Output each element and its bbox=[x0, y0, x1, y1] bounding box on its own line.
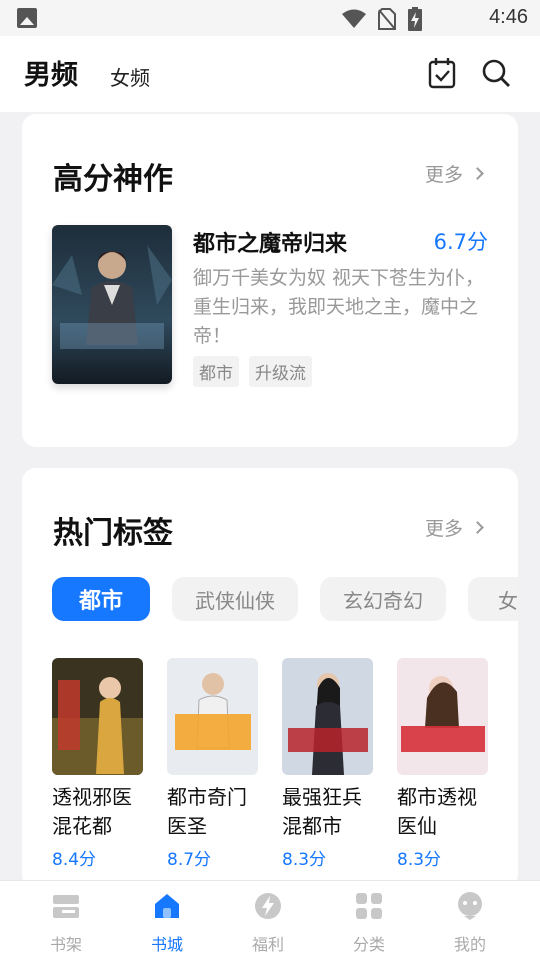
more-label: 更多 bbox=[424, 164, 463, 186]
nav-label: 福利 bbox=[251, 935, 284, 954]
bottom-nav: 书架 书城 福利 分类 我的 bbox=[0, 880, 540, 960]
tag-chips: 都市 武侠仙侠 玄幻奇幻 女频 bbox=[52, 577, 518, 623]
more-link[interactable]: 更多 bbox=[424, 514, 484, 541]
tab-female[interactable]: 女频 bbox=[110, 62, 150, 91]
no-sim-icon bbox=[378, 8, 396, 30]
status-bar: 4:46 bbox=[0, 0, 540, 36]
bookshelf-icon bbox=[53, 895, 79, 918]
more-link[interactable]: 更多 bbox=[424, 160, 484, 187]
book-cover-art bbox=[167, 658, 258, 775]
book-cover bbox=[282, 658, 373, 775]
tab-male-label: 男频 bbox=[24, 60, 78, 91]
book-cover bbox=[167, 658, 258, 775]
book-tags: 都市 升级流 bbox=[193, 356, 312, 387]
profile-icon bbox=[458, 892, 482, 920]
book-score: 8.3分 bbox=[397, 850, 442, 870]
book-title: 最强狂兵混都市 bbox=[282, 785, 362, 838]
nav-category[interactable]: 分类 bbox=[329, 891, 409, 955]
tag-chip[interactable]: 女频 bbox=[468, 577, 518, 621]
book-score: 6.7分 bbox=[433, 230, 488, 254]
system-icons bbox=[342, 7, 422, 31]
calendar-check-icon[interactable] bbox=[426, 56, 458, 90]
book-tag: 都市 bbox=[193, 356, 239, 387]
book-item[interactable]: 都市透视医仙 8.3分 bbox=[397, 658, 489, 870]
book-score: 8.4分 bbox=[52, 850, 97, 870]
status-time: 4:46 bbox=[489, 6, 528, 28]
book-tag: 升级流 bbox=[249, 356, 312, 387]
book-cover bbox=[397, 658, 488, 775]
gallery-notification-icon bbox=[17, 8, 37, 28]
nav-label: 书城 bbox=[150, 935, 183, 954]
high-score-section: 高分神作 更多 都市之魔帝归来 6.7分 御万千美女为奴 视天下苍生为仆，重生归… bbox=[22, 114, 518, 447]
book-cover-art bbox=[282, 658, 373, 775]
nav-welfare[interactable]: 福利 bbox=[228, 891, 308, 955]
section-title: 高分神作 bbox=[53, 162, 173, 197]
book-cover bbox=[52, 658, 143, 775]
tag-chip[interactable]: 武侠仙侠 bbox=[172, 577, 298, 621]
book-cover-art bbox=[52, 658, 143, 775]
book-cover[interactable] bbox=[52, 225, 172, 384]
tag-chip-active[interactable]: 都市 bbox=[52, 577, 150, 621]
category-icon bbox=[356, 893, 382, 919]
book-item[interactable]: 透视邪医混花都 8.4分 bbox=[52, 658, 144, 870]
nav-label: 我的 bbox=[453, 935, 486, 954]
tab-male[interactable]: 男频 bbox=[24, 53, 78, 92]
book-description: 御万千美女为奴 视天下苍生为仆，重生归来，我即天地之主，魔中之帝！ bbox=[193, 267, 485, 347]
nav-bookshelf[interactable]: 书架 bbox=[26, 891, 106, 955]
book-title: 都市透视医仙 bbox=[397, 785, 477, 838]
hot-tags-section: 热门标签 更多 都市 武侠仙侠 玄幻奇幻 女频 透视邪医混花都 8.4分 bbox=[22, 468, 518, 888]
book-item[interactable]: 都市奇门医圣 8.7分 bbox=[167, 658, 259, 870]
battery-charging-icon bbox=[408, 7, 422, 31]
book-score: 8.7分 bbox=[167, 850, 212, 870]
top-header: 男频 女频 bbox=[0, 36, 540, 112]
section-title: 热门标签 bbox=[53, 516, 173, 551]
chevron-right-icon bbox=[471, 167, 484, 180]
wifi-icon bbox=[342, 9, 366, 28]
search-icon[interactable] bbox=[480, 56, 512, 90]
book-score: 8.3分 bbox=[282, 850, 327, 870]
more-label: 更多 bbox=[424, 518, 463, 540]
chevron-right-icon bbox=[471, 521, 484, 534]
nav-bookstore[interactable]: 书城 bbox=[127, 891, 207, 955]
book-title: 透视邪医混花都 bbox=[52, 785, 132, 838]
book-cover-art bbox=[52, 225, 172, 384]
home-icon bbox=[155, 894, 179, 918]
book-title[interactable]: 都市之魔帝归来 bbox=[193, 226, 347, 258]
book-item[interactable]: 最强狂兵混都市 8.3分 bbox=[282, 658, 374, 870]
nav-label: 分类 bbox=[352, 935, 385, 954]
nav-profile[interactable]: 我的 bbox=[430, 891, 510, 955]
book-title: 都市奇门医圣 bbox=[167, 785, 247, 838]
lightning-icon bbox=[255, 893, 281, 919]
tag-chip[interactable]: 玄幻奇幻 bbox=[320, 577, 446, 621]
nav-label: 书架 bbox=[49, 935, 82, 954]
book-cover-art bbox=[397, 658, 488, 775]
